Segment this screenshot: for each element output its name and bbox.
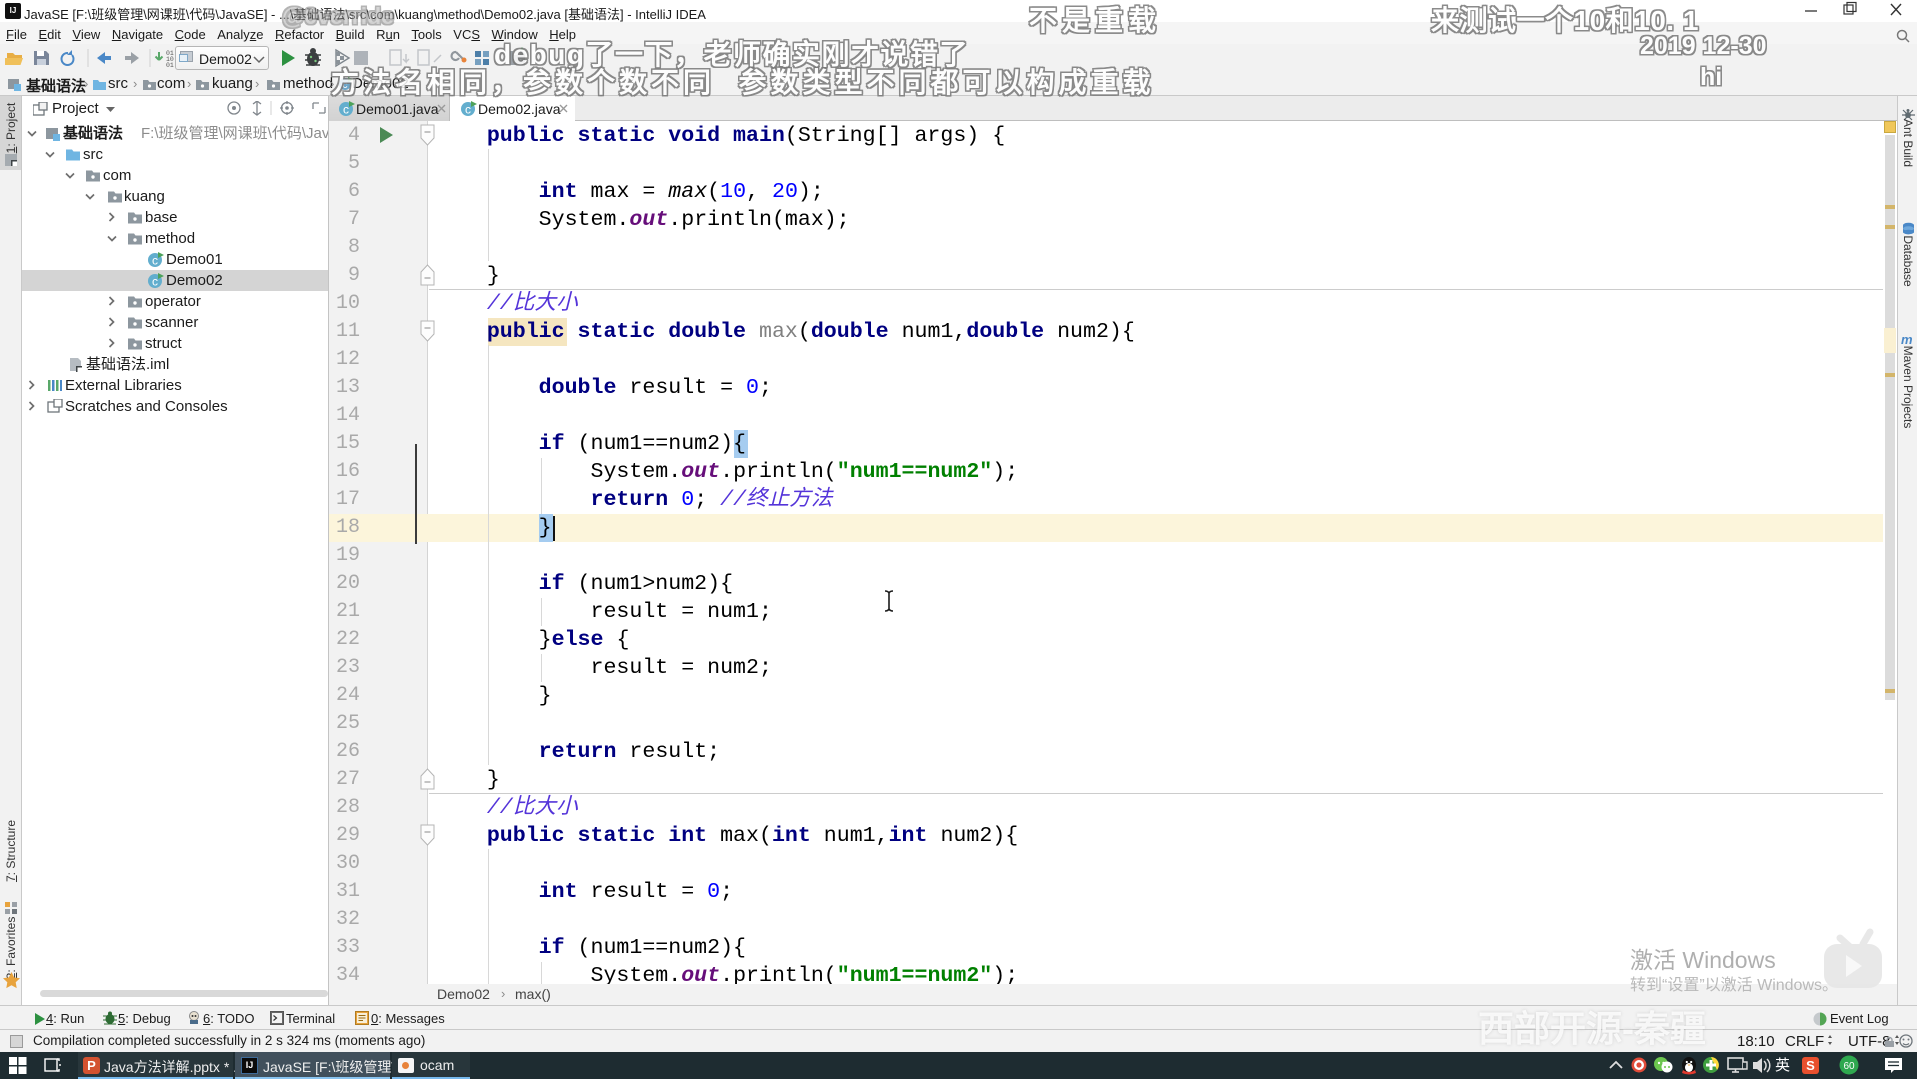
svg-text:c: c [152,275,158,289]
svg-text:c: c [343,103,349,117]
svg-text:c: c [152,254,158,268]
svg-text:60: 60 [1843,1061,1855,1072]
svg-text:c: c [465,103,471,117]
svg-text:01: 01 [166,62,174,69]
